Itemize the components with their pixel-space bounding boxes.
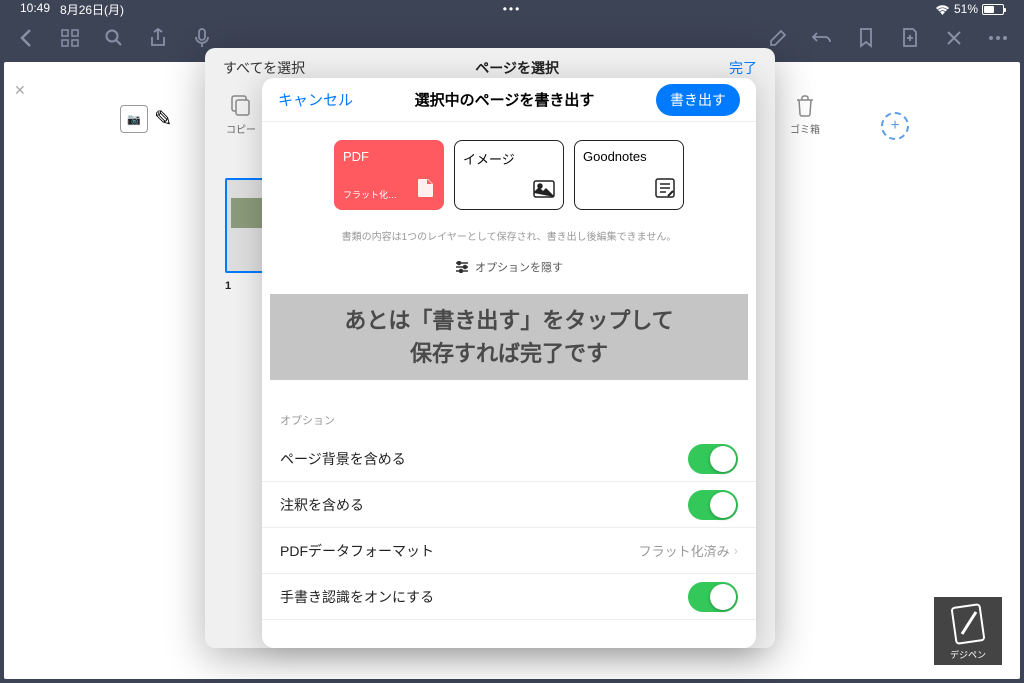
modal-title: 選択中のページを書き出す <box>415 89 595 110</box>
format-goodnotes[interactable]: Goodnotes <box>574 140 684 210</box>
copy-action[interactable]: コピー <box>226 95 256 136</box>
back-icon[interactable] <box>14 26 38 50</box>
add-element-button[interactable]: + <box>881 112 909 140</box>
status-bar: 10:49 8月26日(月) ••• 51% <box>0 0 1024 18</box>
status-date: 8月26日(月) <box>60 1 124 18</box>
battery-icon <box>982 4 1004 15</box>
note-icon <box>655 178 675 203</box>
status-center-dots: ••• <box>503 2 522 16</box>
option-pdf-format[interactable]: PDFデータフォーマット フラット化済み› <box>262 528 756 574</box>
toggle-background[interactable] <box>688 444 738 474</box>
chevron-right-icon: › <box>734 543 738 558</box>
select-all-button[interactable]: すべてを選択 <box>223 58 305 78</box>
done-button[interactable]: 完了 <box>729 58 757 78</box>
undo-icon[interactable] <box>810 26 834 50</box>
option-include-annotations: 注釈を含める <box>262 482 756 528</box>
wifi-icon <box>935 4 950 15</box>
share-icon[interactable] <box>146 26 170 50</box>
format-row: PDF フラット化… イメージ Goodnotes <box>262 122 756 220</box>
close-x-icon[interactable]: ✕ <box>14 82 26 99</box>
image-icon <box>533 180 555 203</box>
options-toggle[interactable]: オプションを隠す <box>262 251 756 283</box>
bookmark-icon[interactable] <box>854 26 878 50</box>
trash-action[interactable]: ゴミ箱 <box>790 95 820 136</box>
options-header: オプション <box>262 404 756 436</box>
toggle-annotations[interactable] <box>688 490 738 520</box>
option-handwriting: 手書き認識をオンにする <box>262 574 756 620</box>
status-time: 10:49 <box>20 1 50 18</box>
cancel-button[interactable]: キャンセル <box>278 89 353 110</box>
page-number: 1 <box>225 280 231 292</box>
grid-icon[interactable] <box>58 26 82 50</box>
pen-tool-icon[interactable]: ✎ <box>154 106 172 132</box>
sliders-icon <box>455 261 469 273</box>
logo-badge: デジペン <box>934 597 1002 665</box>
sheet-title: ページを選択 <box>475 58 559 78</box>
option-include-background: ページ背景を含める <box>262 436 756 482</box>
format-image[interactable]: イメージ <box>454 140 564 210</box>
image-tool-icon[interactable]: 📷 <box>120 105 148 133</box>
add-page-icon[interactable] <box>898 26 922 50</box>
status-right: 51% <box>935 2 1004 16</box>
tablet-pen-icon <box>948 602 988 646</box>
mic-icon[interactable] <box>190 26 214 50</box>
edit-icon[interactable] <box>766 26 790 50</box>
toggle-handwriting[interactable] <box>688 582 738 612</box>
tutorial-annotation: あとは「書き出す」をタップして 保存すれば完了です <box>270 294 748 380</box>
options-section: オプション ページ背景を含める 注釈を含める PDFデータフォーマット フラット… <box>262 404 756 620</box>
export-button[interactable]: 書き出す <box>656 84 740 116</box>
format-pdf[interactable]: PDF フラット化… <box>334 140 444 210</box>
close-icon[interactable] <box>942 26 966 50</box>
pdf-icon <box>415 178 435 203</box>
edit-toolbar: 📷 ✎ <box>120 105 172 133</box>
search-icon[interactable] <box>102 26 126 50</box>
battery-percent: 51% <box>954 2 978 16</box>
more-icon[interactable] <box>986 26 1010 50</box>
hint-text: 書類の内容は1つのレイヤーとして保存され、書き出し後編集できません。 <box>262 220 756 251</box>
